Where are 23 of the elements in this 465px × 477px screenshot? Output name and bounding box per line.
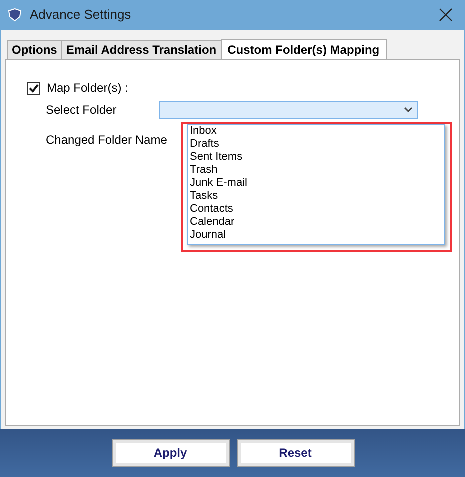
shield-icon [8, 8, 22, 22]
dropdown-option[interactable]: Inbox [190, 125, 217, 138]
tab[interactable]: Email Address Translation [61, 40, 222, 59]
field-label: Changed Folder Name [46, 132, 168, 149]
close-icon[interactable] [439, 8, 453, 22]
dropdown-option[interactable]: Trash [190, 164, 218, 177]
dropdown-option[interactable]: Contacts [190, 203, 234, 216]
field-label: Select Folder [46, 102, 118, 119]
chevron-down-icon [404, 107, 413, 113]
tab[interactable]: Custom Folder(s) Mapping [220, 39, 387, 60]
dropdown-option[interactable]: Drafts [190, 138, 220, 151]
checkbox-label: Map Folder(s) : [47, 80, 128, 97]
dropdown-option[interactable]: Calendar [190, 216, 235, 229]
footer-button[interactable]: Reset [238, 440, 354, 466]
dropdown-option[interactable]: Journal [190, 229, 226, 242]
dropdown-option[interactable]: Tasks [190, 190, 218, 203]
dropdown-option[interactable]: Junk E-mail [190, 177, 248, 190]
tab[interactable]: Options [7, 40, 62, 59]
dropdown-option[interactable]: Sent Items [190, 151, 243, 164]
checkmark-icon [28, 84, 38, 92]
window-title: Advance Settings [30, 6, 132, 24]
checkbox[interactable] [27, 82, 40, 94]
footer-button[interactable]: Apply [112, 440, 228, 466]
